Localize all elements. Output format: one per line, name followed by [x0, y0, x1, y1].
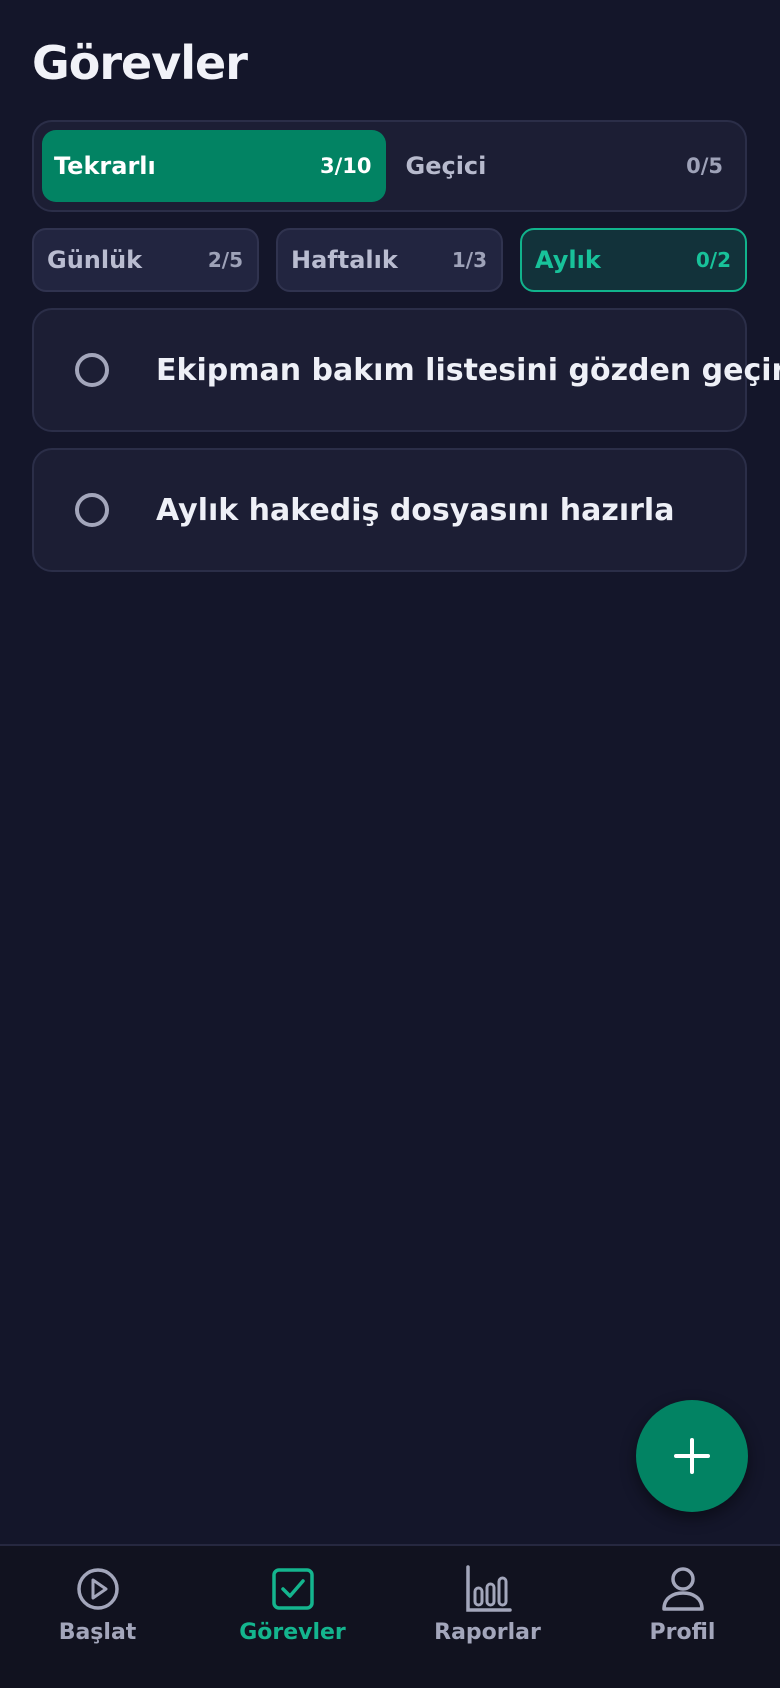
period-filter: Günlük 2/5 Haftalık 1/3 Aylık 0/2 [32, 228, 747, 292]
task-checkbox[interactable] [75, 493, 109, 527]
chip-monthly[interactable]: Aylık 0/2 [520, 228, 747, 292]
chip-monthly-count: 0/2 [695, 248, 731, 272]
nav-item-reports-label: Raporlar [434, 1620, 541, 1645]
chip-weekly[interactable]: Haftalık 1/3 [276, 228, 503, 292]
tab-temporary[interactable]: Geçici 0/5 [394, 130, 738, 202]
chip-daily-count: 2/5 [207, 248, 243, 272]
bar-chart-icon [465, 1565, 512, 1612]
page-title: Görevler [32, 36, 248, 90]
chip-weekly-count: 1/3 [451, 248, 487, 272]
task-checkbox[interactable] [75, 353, 109, 387]
task-card[interactable]: Ekipman bakım listesini gözden geçir [32, 308, 780, 432]
chip-daily-label: Günlük [47, 246, 143, 274]
task-card[interactable]: Aylık hakediş dosyasını hazırla [32, 448, 747, 572]
tab-temporary-count: 0/5 [686, 154, 723, 178]
nav-item-reports[interactable]: Raporlar [390, 1546, 585, 1688]
tab-recurring[interactable]: Tekrarlı 3/10 [42, 130, 386, 202]
checkbox-icon [271, 1568, 314, 1610]
tab-temporary-label: Geçici [405, 152, 487, 180]
nav-item-start-label: Başlat [58, 1620, 137, 1645]
chip-weekly-label: Haftalık [291, 246, 398, 274]
user-icon [661, 1567, 704, 1611]
add-task-button[interactable] [636, 1400, 748, 1512]
task-title: Ekipman bakım listesini gözden geçir [156, 352, 780, 388]
task-list: Ekipman bakım listesini gözden geçir Ayl… [32, 308, 780, 588]
tab-recurring-label: Tekrarlı [54, 152, 156, 180]
nav-item-tasks-label: Görevler [239, 1620, 346, 1645]
nav-item-profile[interactable]: Profil [585, 1546, 780, 1688]
plus-icon [674, 1438, 710, 1474]
task-type-segment: Tekrarlı 3/10 Geçici 0/5 [32, 120, 747, 212]
nav-item-tasks[interactable]: Görevler [195, 1546, 390, 1688]
chip-daily[interactable]: Günlük 2/5 [32, 228, 259, 292]
tab-recurring-count: 3/10 [319, 154, 372, 178]
bottom-nav: Başlat Görevler Raporlar Profil [0, 1544, 780, 1688]
task-title: Aylık hakediş dosyasını hazırla [156, 492, 675, 528]
chip-monthly-label: Aylık [535, 246, 601, 274]
nav-item-start[interactable]: Başlat [0, 1546, 195, 1688]
play-icon [76, 1568, 119, 1610]
nav-item-profile-label: Profil [649, 1620, 716, 1645]
